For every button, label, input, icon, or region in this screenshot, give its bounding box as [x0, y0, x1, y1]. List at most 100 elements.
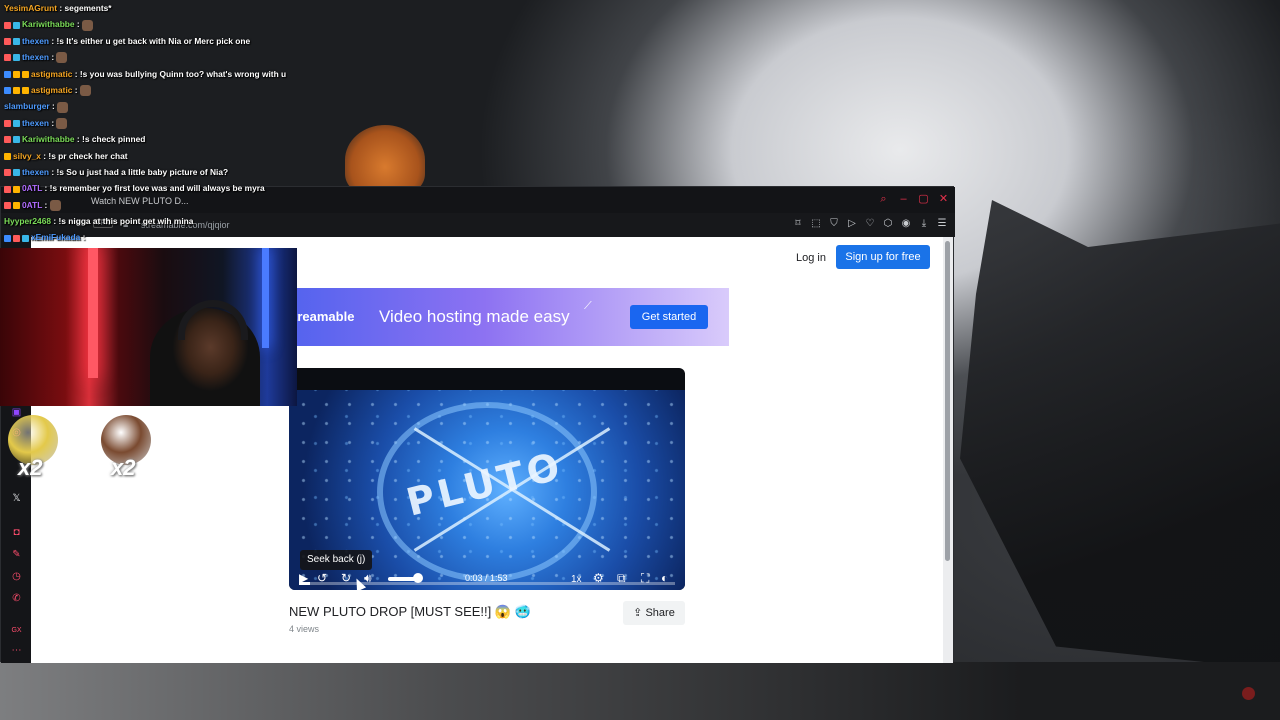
view-count: 4 views: [289, 624, 320, 634]
shield-icon[interactable]: ⛉: [829, 218, 839, 230]
chat-username[interactable]: Hyyper2468: [4, 216, 51, 226]
chat-badge-icon: [4, 70, 11, 78]
chat-username[interactable]: thexen: [22, 36, 49, 46]
chat-badge-icon: [4, 87, 11, 95]
chat-username[interactable]: slamburger: [4, 101, 50, 111]
history-icon[interactable]: ◷: [11, 571, 22, 582]
login-link[interactable]: Log in: [796, 252, 826, 264]
settings-icon[interactable]: ⚙: [593, 571, 604, 585]
emote-count: x2: [111, 455, 136, 480]
chat-badge-icon: [13, 185, 20, 193]
get-started-button[interactable]: Get started: [630, 305, 708, 329]
chat-emote-icon: [79, 85, 91, 97]
chat-badge-icon: [13, 136, 20, 144]
notes-icon[interactable]: ✎: [11, 549, 22, 560]
close-icon[interactable]: ✕: [938, 194, 949, 205]
seek-back-icon[interactable]: ↺: [317, 571, 327, 585]
heart-icon[interactable]: ♡: [865, 218, 875, 230]
more-icon[interactable]: ⋯: [11, 645, 22, 656]
share-label: Share: [645, 607, 675, 619]
time-display: 0:03 / 1:53: [465, 573, 508, 583]
whatsapp-icon[interactable]: ✆: [11, 593, 22, 604]
chat-badge-icon: [4, 21, 11, 29]
chat-separator: :: [74, 19, 83, 30]
chat-username[interactable]: thexen: [22, 118, 49, 128]
screenshot-icon[interactable]: ⬚: [811, 218, 821, 230]
player-icon[interactable]: ▷: [847, 218, 857, 230]
chat-message: thexen :: [4, 115, 404, 131]
streamable-logo[interactable]: treamable: [293, 309, 354, 324]
volume-knob[interactable]: [413, 573, 423, 583]
tiktok-icon[interactable]: ◘: [11, 527, 22, 538]
chat-username[interactable]: silvy_x: [13, 151, 41, 161]
profile-icon[interactable]: ◉: [901, 218, 911, 230]
gx-icon[interactable]: GX: [11, 625, 22, 636]
chat-username[interactable]: 0ATL: [22, 183, 42, 193]
chat-badge-icon: [4, 38, 11, 46]
background-ground: [0, 662, 1280, 720]
chat-message: thexen :: [4, 49, 404, 65]
chat-badge-icon: [13, 120, 20, 128]
chat-message: astigmatic : !s you was bullying Quinn t…: [4, 66, 404, 82]
fullscreen-icon[interactable]: ⛶: [641, 571, 649, 585]
chat-badge-icon: [4, 201, 11, 209]
pip-icon[interactable]: ⧉: [617, 571, 626, 585]
browser-toolbar: ⌑ ⬚ ⛉ ▷ ♡ ⬡ ◉ ⤓ ☰: [793, 218, 947, 230]
chat-text: !s nigga at this point get wih mina: [58, 216, 194, 227]
chat-message: Kariwithabbe : !s check pinned: [4, 131, 404, 147]
chat-username[interactable]: 0ATL: [22, 200, 42, 210]
chat-username[interactable]: YesimAGrunt: [4, 3, 57, 13]
sparkle-icon: ⟋: [584, 300, 592, 312]
chat-username[interactable]: thexen: [22, 52, 49, 62]
streamable-icon[interactable]: ◐: [661, 571, 668, 585]
chat-emote-icon: [49, 199, 61, 211]
red-light: [88, 248, 98, 378]
video-frame[interactable]: PLUTO Seek back (j): [289, 390, 685, 590]
maximize-icon[interactable]: ▢: [918, 194, 929, 205]
chat-badge-icon: [13, 201, 20, 209]
chat-badge-icon: [4, 120, 11, 128]
minimize-icon[interactable]: –: [898, 194, 909, 205]
play-icon[interactable]: ▶: [299, 571, 308, 585]
menu-icon[interactable]: ☰: [937, 218, 947, 230]
emote-count: x2: [18, 455, 43, 480]
chat-username[interactable]: astigmatic: [31, 85, 72, 95]
chat-badge-icon: [4, 185, 11, 193]
video-player[interactable]: PLUTO Seek back (j) ▶ ↺ ↻ 🔊︎ 0:03 / 1:53…: [289, 368, 685, 590]
speed-button[interactable]: 1x: [571, 573, 582, 587]
chat-text: !s It's either u get back with Nia or Me…: [56, 35, 251, 46]
chat-separator: :: [42, 183, 50, 194]
bookmark-icon[interactable]: ⌑: [793, 218, 803, 230]
chat-username[interactable]: thexen: [22, 167, 49, 177]
chat-badge-icon: [22, 234, 29, 242]
chat-username[interactable]: astigmatic: [31, 69, 72, 79]
banner-headline: Video hosting made easy: [379, 307, 570, 326]
chat-message: thexen : !s So u just had a little baby …: [4, 164, 404, 180]
seek-forward-icon[interactable]: ↻: [341, 571, 351, 585]
chat-username[interactable]: Kariwithabbe: [22, 134, 75, 144]
share-button[interactable]: ⇪ Share: [623, 601, 685, 625]
chat-badge-icon: [4, 234, 11, 242]
extensions-icon[interactable]: ⬡: [883, 218, 893, 230]
chat-message: slamburger :: [4, 98, 404, 114]
x-icon[interactable]: 𝕏: [11, 493, 22, 504]
chat-separator: :: [42, 199, 50, 210]
search-icon[interactable]: ⌕: [878, 194, 889, 205]
scroll-thumb[interactable]: [945, 241, 950, 561]
volume-icon[interactable]: 🔊︎: [364, 571, 372, 585]
download-icon[interactable]: ⤓: [919, 218, 929, 230]
chat-badge-icon: [13, 70, 20, 78]
record-indicator-icon: [1242, 687, 1255, 700]
chat-badge-icon: [22, 87, 29, 95]
chat-badge-icon: [13, 54, 20, 62]
signup-button[interactable]: Sign up for free: [836, 245, 930, 269]
chat-badge-icon: [4, 169, 11, 177]
page-scrollbar[interactable]: [943, 237, 953, 663]
chat-separator: :: [49, 52, 57, 63]
chat-badge-icon: [22, 70, 29, 78]
chat-text: !s pr check her chat: [48, 150, 128, 161]
chat-badge-icon: [4, 152, 11, 160]
chat-username[interactable]: xEmiFukada: [31, 232, 80, 242]
chat-message: 0ATL : !s remember yo first love was and…: [4, 180, 404, 196]
chat-username[interactable]: Kariwithabbe: [22, 19, 75, 29]
